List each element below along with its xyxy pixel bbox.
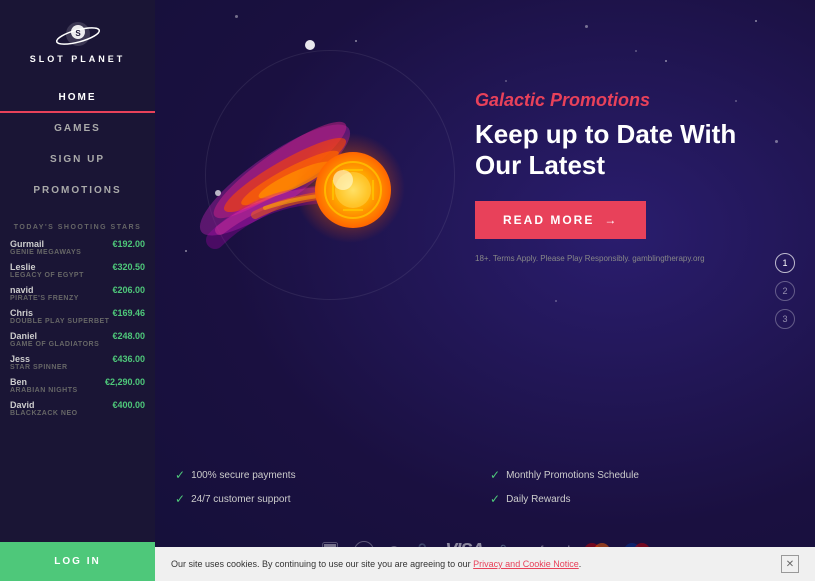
nav-promotions[interactable]: PROMOTIONS	[0, 175, 155, 206]
slide-dot-2[interactable]: 2	[775, 281, 795, 301]
logo-icon: S	[54, 18, 102, 50]
read-more-button[interactable]: READ MORE →	[475, 201, 646, 239]
nav-home[interactable]: HOME	[0, 82, 155, 113]
slider-controls: 1 2 3	[775, 253, 795, 329]
main-nav: HOME GAMES SIGN UP PROMOTIONS	[0, 82, 155, 206]
features-col-right: ✓ Monthly Promotions Schedule ✓ Daily Re…	[490, 468, 795, 506]
list-item: DanielGAME OF GLADIATORS €248.00	[10, 331, 145, 348]
cookie-text: Our site uses cookies. By continuing to …	[171, 559, 581, 569]
check-icon: ✓	[490, 492, 500, 506]
list-item: ChrisDOUBLE PLAY SUPERBET €169.46	[10, 308, 145, 325]
shooting-stars-panel: TODAY'S SHOOTING STARS GurmailGENIE MEGA…	[0, 214, 155, 423]
list-item: BenARABIAN NIGHTS €2,290.00	[10, 377, 145, 394]
slide-dot-3[interactable]: 3	[775, 309, 795, 329]
features-col-left: ✓ 100% secure payments ✓ 24/7 customer s…	[175, 468, 480, 506]
cookie-policy-link[interactable]: Privacy and Cookie Notice	[473, 559, 579, 569]
check-icon: ✓	[490, 468, 500, 482]
shooting-stars-title: TODAY'S SHOOTING STARS	[10, 224, 145, 231]
login-button[interactable]: LOG IN	[0, 542, 155, 581]
slide-dot-1[interactable]: 1	[775, 253, 795, 273]
list-item: LeslieLEGACY OF EGYPT €320.50	[10, 262, 145, 279]
feature-daily-rewards: ✓ Daily Rewards	[490, 492, 795, 506]
sidebar: S SLOT PLANET HOME GAMES SIGN UP PROMOTI…	[0, 0, 155, 581]
promo-text-block: Galactic Promotions Keep up to Date With…	[475, 90, 755, 263]
main-content: Galactic Promotions Keep up to Date With…	[155, 0, 815, 581]
promo-title: Keep up to Date With Our Latest	[475, 119, 755, 181]
cookie-notice: Our site uses cookies. By continuing to …	[155, 547, 815, 581]
features-section: ✓ 100% secure payments ✓ 24/7 customer s…	[175, 468, 795, 506]
logo-text: SLOT PLANET	[30, 54, 126, 64]
list-item: navidPIRATE'S FRENZY €206.00	[10, 285, 145, 302]
list-item: DavidBLACKZACK NEO €400.00	[10, 400, 145, 417]
promo-subtitle: Galactic Promotions	[475, 90, 755, 111]
cookie-close-button[interactable]: ✕	[781, 555, 799, 573]
logo-area: S SLOT PLANET	[30, 18, 126, 64]
arrow-icon: →	[604, 213, 618, 227]
list-item: GurmailGENIE MEGAWAYS €192.00	[10, 239, 145, 256]
nav-games[interactable]: GAMES	[0, 113, 155, 144]
feature-secure-payments: ✓ 100% secure payments	[175, 468, 480, 482]
feature-promotions: ✓ Monthly Promotions Schedule	[490, 468, 795, 482]
comet-illustration	[185, 30, 465, 330]
svg-text:S: S	[75, 29, 81, 38]
list-item: JessSTAR SPINNER €436.00	[10, 354, 145, 371]
feature-customer-support: ✓ 24/7 customer support	[175, 492, 480, 506]
check-icon: ✓	[175, 468, 185, 482]
disclaimer-text: 18+. Terms Apply. Please Play Responsibl…	[475, 254, 755, 263]
nav-signup[interactable]: SIGN UP	[0, 144, 155, 175]
check-icon: ✓	[175, 492, 185, 506]
